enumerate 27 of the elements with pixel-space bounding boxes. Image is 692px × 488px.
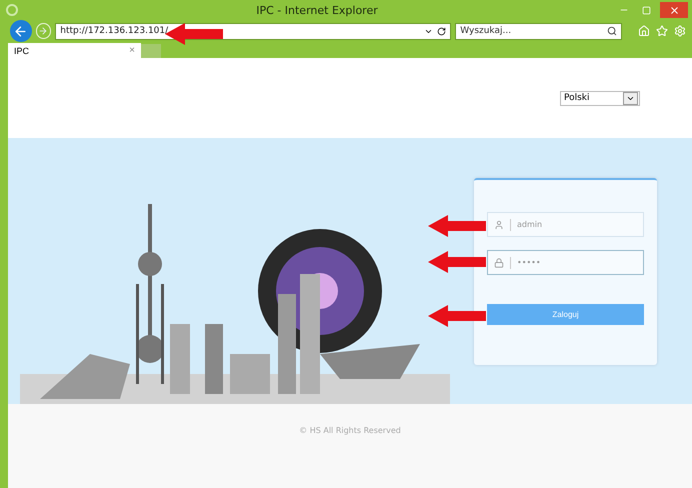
url-text: http://172.136.123.101/ (60, 26, 170, 36)
forward-button[interactable] (36, 23, 52, 39)
browser-tab[interactable]: IPC × (8, 43, 141, 58)
search-field[interactable]: Wyszukaj... (455, 22, 622, 40)
lock-icon (494, 258, 504, 268)
close-button[interactable] (660, 2, 688, 18)
tab-close-icon[interactable]: × (129, 45, 135, 56)
search-placeholder: Wyszukaj... (460, 26, 512, 36)
search-icon[interactable] (607, 26, 617, 36)
copyright-text: © HS All Rights Reserved (299, 426, 401, 437)
favorites-icon[interactable] (656, 25, 668, 37)
maximize-icon (642, 6, 650, 14)
address-bar[interactable]: http://172.136.123.101/ (55, 22, 452, 40)
language-select[interactable]: Polski (560, 90, 640, 106)
refresh-icon[interactable] (437, 26, 446, 36)
close-icon (668, 4, 680, 16)
arrow-icon (428, 215, 486, 237)
arrow-icon (428, 251, 486, 273)
home-icon[interactable] (638, 25, 650, 37)
window-title: IPC - Internet Explorer (256, 4, 378, 16)
arrow-icon (428, 305, 486, 327)
browser-logo-icon (6, 4, 18, 16)
forward-arrow-icon (38, 26, 48, 36)
user-icon (494, 220, 504, 230)
settings-icon[interactable] (674, 25, 686, 37)
back-button[interactable] (10, 20, 32, 42)
chevron-down-icon[interactable] (623, 92, 638, 104)
